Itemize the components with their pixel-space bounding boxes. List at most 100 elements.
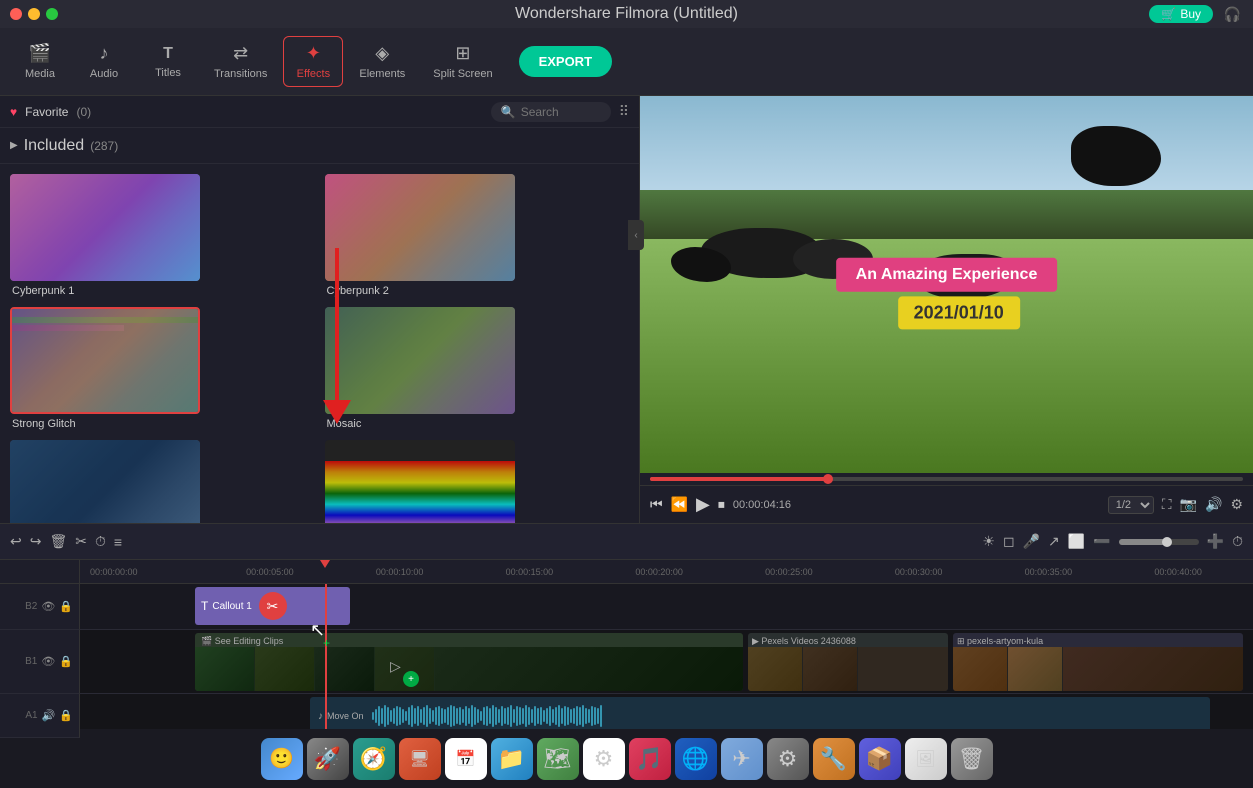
progress-bar[interactable] [650, 477, 1243, 481]
audio-mute-icon[interactable]: 🔊 [42, 709, 56, 722]
progress-knob[interactable] [823, 474, 833, 484]
dock-calendar[interactable]: 📅 [445, 738, 487, 780]
close-button[interactable] [10, 8, 22, 20]
toolbar-effects[interactable]: ✦ Effects [283, 36, 343, 87]
timeline-scroll-area[interactable]: 00:00:00:00 00:00:05:00 00:00:10:00 00:0… [80, 560, 1253, 729]
toolbar-elements[interactable]: ◈ Elements [347, 37, 417, 86]
track1-eye-icon[interactable]: 👁 [41, 655, 55, 668]
zoom-plus-button[interactable]: ➕ [1207, 533, 1224, 550]
audio-clip[interactable]: ♪ Move On [310, 697, 1210, 729]
effect-label-cyberpunk2: Cyberpunk 2 [325, 285, 630, 297]
effect-thumb-5 [10, 440, 200, 523]
zoom-minus-button[interactable]: ➖ [1093, 533, 1110, 550]
dock-chrome[interactable]: ⚙ [583, 738, 625, 780]
dock-app14[interactable]: 📦 [859, 738, 901, 780]
dock-trash[interactable]: 🗑 [951, 738, 993, 780]
dock-launchpad[interactable]: 🚀 [307, 738, 349, 780]
minimize-button[interactable] [28, 8, 40, 20]
main-video-label: 🎬 See Editing Clips [201, 636, 283, 647]
zoom-out-icon[interactable]: ☀ [982, 533, 995, 550]
dock-app11[interactable]: ✈ [721, 738, 763, 780]
timeline-area: ↩ ↪ 🗑 ✂ ⏱ ≡ ☀ ◻ 🎤 ↗ ⬜ ➖ ➕ ⏱ B2 👁 🔒 [0, 523, 1253, 728]
play-backward-button[interactable]: ⏪ [671, 496, 688, 513]
favorite-label: Favorite [25, 105, 68, 119]
toolbar-titles-label: Titles [155, 67, 181, 79]
toolbar-media-label: Media [25, 68, 55, 80]
dock-maps[interactable]: 🗺 [537, 738, 579, 780]
collapse-panel-button[interactable]: ‹ [628, 220, 644, 250]
playhead-marker [320, 560, 330, 568]
track1-lock-icon[interactable]: 🔒 [59, 655, 73, 668]
search-input[interactable] [521, 105, 601, 119]
search-icon: 🔍 [501, 105, 516, 119]
pexels-clip2-label: ⊞ pexels-artyom-kula [957, 636, 1043, 647]
maximize-button[interactable] [46, 8, 58, 20]
fullscreen-button[interactable]: ⛶ [1162, 496, 1172, 513]
dock-app13[interactable]: 🔧 [813, 738, 855, 780]
ruler-mark-7: 00:00:35:00 [984, 567, 1114, 577]
undo-button[interactable]: ↩ [10, 533, 22, 550]
toolbar-transitions[interactable]: ⇄ Transitions [202, 37, 279, 86]
mask-button[interactable]: ◻ [1003, 533, 1015, 550]
filter-button[interactable]: ≡ [114, 534, 122, 550]
cut-button[interactable]: ✂ [75, 533, 87, 550]
speed-select[interactable]: 1/2 1/4 Full [1108, 496, 1154, 514]
effect-item-cyberpunk2[interactable]: Cyberpunk 2 [325, 174, 630, 297]
dock-settings[interactable]: ⚙ [767, 738, 809, 780]
pip-button[interactable]: ⬜ [1068, 533, 1085, 550]
dock-photos[interactable]: 🖼 [905, 738, 947, 780]
ruler-mark-8: 00:00:40:00 [1113, 567, 1243, 577]
toolbar-split-screen[interactable]: ⊞ Split Screen [421, 37, 504, 86]
grid-icon[interactable]: ⠿ [619, 103, 629, 120]
mic-button[interactable]: 🎤 [1023, 533, 1040, 550]
track2-lock-icon[interactable]: 🔒 [59, 600, 73, 613]
audio-lock-icon[interactable]: 🔒 [59, 709, 73, 722]
buy-button[interactable]: 🛒 Buy [1149, 5, 1213, 23]
audio-icon: ♪ [100, 43, 109, 64]
track-controls-column: B2 👁 🔒 B1 👁 🔒 A1 🔊 🔒 [0, 560, 80, 729]
dock-app4[interactable]: 🖥 [399, 738, 441, 780]
timeline-toolbar: ↩ ↪ 🗑 ✂ ⏱ ≡ ☀ ◻ 🎤 ↗ ⬜ ➖ ➕ ⏱ [0, 524, 1253, 560]
settings-playback-button[interactable]: ⚙ [1230, 496, 1243, 513]
media-icon: 🎬 [29, 43, 51, 64]
ruler-mark-5: 00:00:25:00 [724, 567, 854, 577]
volume-button[interactable]: 🔊 [1205, 496, 1222, 513]
stop-button[interactable]: ⏹ [718, 496, 725, 513]
pexels-clip1-label: ▶ Pexels Videos 2436088 [752, 636, 856, 647]
transitions-icon: ⇄ [233, 43, 248, 64]
toolbar-media[interactable]: 🎬 Media [10, 37, 70, 86]
effects-tree: ▶ Included (287) [0, 128, 639, 164]
dock-music[interactable]: 🎵 [629, 738, 671, 780]
effect-item-6[interactable] [325, 440, 630, 523]
toolbar-audio[interactable]: ♪ Audio [74, 37, 134, 86]
titlebar: Wondershare Filmora (Untitled) 🛒 Buy 🎧 [0, 0, 1253, 28]
pexels-clip2[interactable]: ⊞ pexels-artyom-kula [953, 633, 1243, 691]
dock-safari[interactable]: 🧭 [353, 738, 395, 780]
timeline-settings-button[interactable]: ⏱ [1232, 533, 1243, 550]
effect-item-5[interactable] [10, 440, 315, 523]
export-button[interactable]: EXPORT [519, 46, 612, 77]
dock-finder[interactable]: 🙂 [261, 738, 303, 780]
effect-thumb-cyberpunk1 [10, 174, 200, 281]
callout1-clip[interactable]: T Callout 1 ✂ [195, 587, 350, 625]
redo-button[interactable]: ↪ [30, 533, 42, 550]
tree-expand-icon[interactable]: ▶ [10, 140, 18, 151]
effect-item-cyberpunk1[interactable]: Cyberpunk 1 [10, 174, 315, 297]
main-video-clip[interactable]: 🎬 See Editing Clips ▷ + [195, 633, 743, 691]
dock-files[interactable]: 📁 [491, 738, 533, 780]
callout-text-icon: T [201, 599, 208, 613]
play-button[interactable]: ▶ [696, 494, 710, 515]
delete-button[interactable]: 🗑 [49, 533, 67, 550]
effects-grid: Cyberpunk 1 Cyberpunk 2 Strong G [0, 164, 639, 523]
track2-eye-icon[interactable]: 👁 [41, 600, 55, 613]
step-back-button[interactable]: ⏮ [650, 496, 663, 513]
duration-button[interactable]: ⏱ [95, 533, 106, 550]
dock-browser[interactable]: 🌐 [675, 738, 717, 780]
snapshot-button[interactable]: 📷 [1180, 496, 1197, 513]
export-timeline-button[interactable]: ↗ [1048, 533, 1060, 550]
toolbar-titles[interactable]: T Titles [138, 39, 198, 85]
effect-item-mosaic[interactable]: Mosaic [325, 307, 630, 430]
effect-item-strongglitch[interactable]: Strong Glitch [10, 307, 315, 430]
dock: 🙂 🚀 🧭 🖥 📅 📁 🗺 ⚙ 🎵 🌐 ✈ ⚙ 🔧 📦 🖼 🗑 [0, 728, 1253, 788]
pexels-clip1[interactable]: ▶ Pexels Videos 2436088 [748, 633, 948, 691]
